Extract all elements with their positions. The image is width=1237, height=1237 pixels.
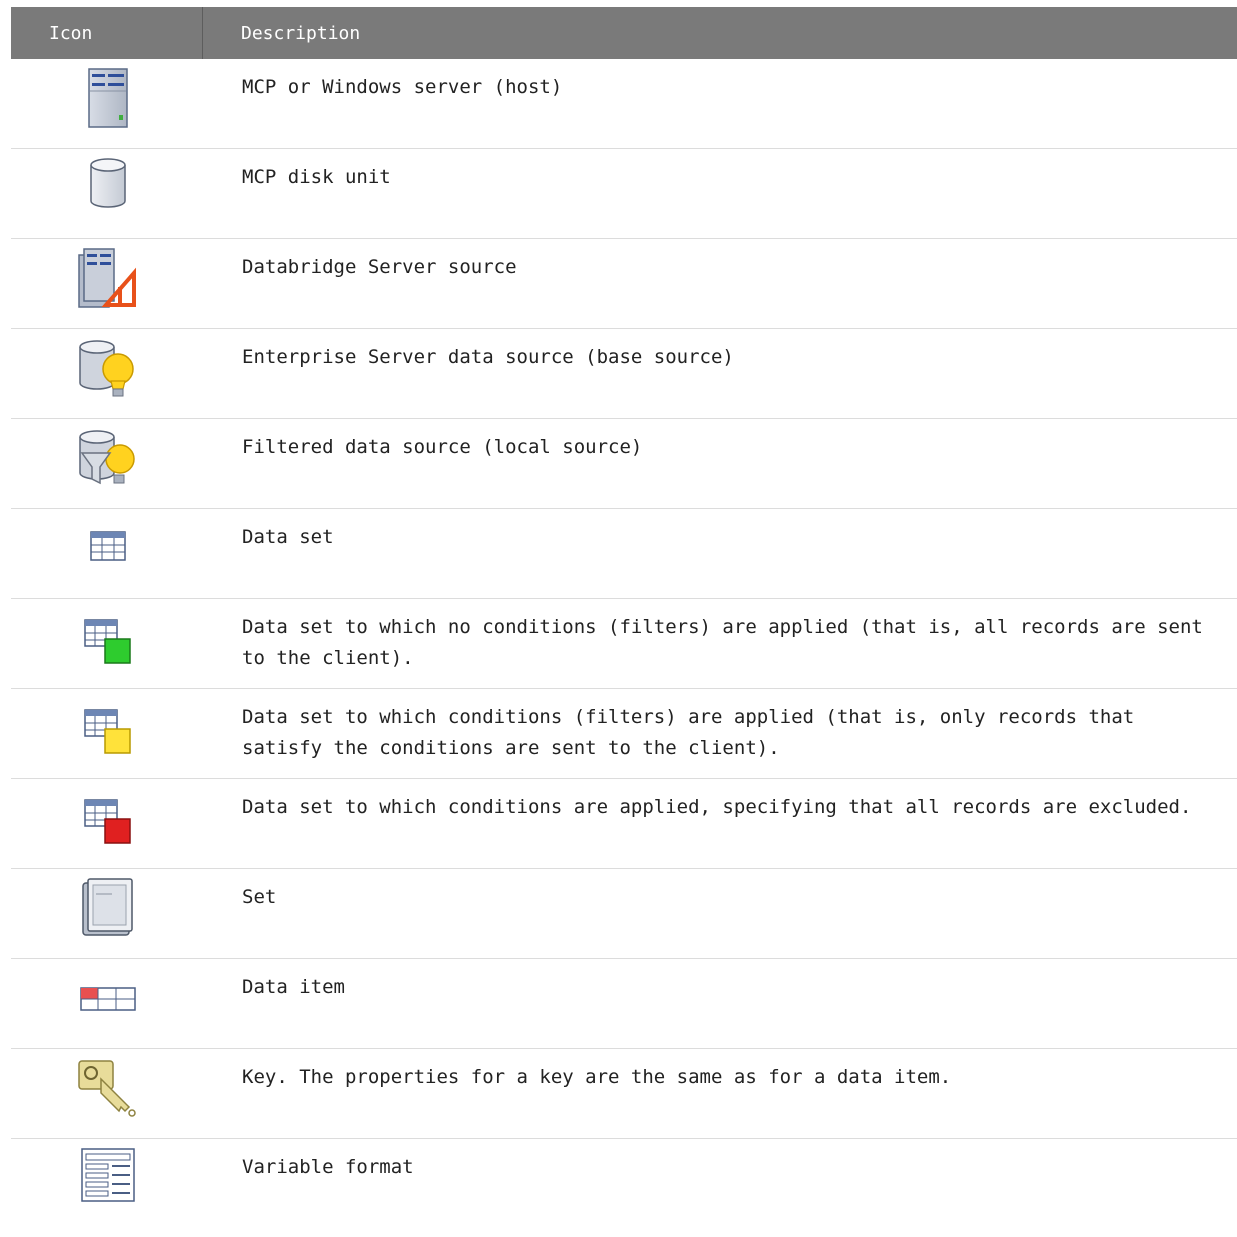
row-description: Filtered data source (local source)	[242, 436, 643, 458]
data-set-yellow-icon	[11, 689, 204, 778]
data-item-icon	[11, 959, 204, 1048]
table-row: Data set to which conditions are applied…	[11, 779, 1237, 869]
header-description-column: Description	[241, 22, 361, 44]
data-set-green-icon	[11, 599, 204, 688]
icon-reference-table: Icon Description MCP or Windows server (…	[11, 7, 1237, 1229]
server-icon	[11, 59, 204, 148]
enterprise-data-source-icon	[11, 329, 204, 418]
row-description: Key. The properties for a key are the sa…	[242, 1066, 952, 1088]
row-description: Data item	[242, 976, 345, 998]
filtered-data-source-icon	[11, 419, 204, 508]
row-description: Enterprise Server data source (base sour…	[242, 346, 734, 368]
row-description: MCP or Windows server (host)	[242, 76, 563, 98]
table-row: Data set to which conditions (filters) a…	[11, 689, 1237, 779]
table-row: Enterprise Server data source (base sour…	[11, 329, 1237, 419]
table-row: Set	[11, 869, 1237, 959]
row-description: Data set to which conditions (filters) a…	[242, 706, 1146, 759]
header-icon-column: Icon	[11, 7, 203, 59]
disk-unit-icon	[11, 149, 204, 238]
table-header: Icon Description	[11, 7, 1237, 59]
table-row: Filtered data source (local source)	[11, 419, 1237, 509]
row-description: Variable format	[242, 1156, 414, 1178]
row-description: Set	[242, 886, 277, 908]
key-icon	[11, 1049, 204, 1138]
table-row: MCP or Windows server (host)	[11, 59, 1237, 149]
row-description: Databridge Server source	[242, 256, 517, 278]
table-row: Data set to which no conditions (filters…	[11, 599, 1237, 689]
row-description: Data set	[242, 526, 334, 548]
row-description: MCP disk unit	[242, 166, 391, 188]
table-row: MCP disk unit	[11, 149, 1237, 239]
table-row: Data set	[11, 509, 1237, 599]
table-row: Key. The properties for a key are the sa…	[11, 1049, 1237, 1139]
set-icon	[11, 869, 204, 958]
data-set-icon	[11, 509, 204, 598]
table-row: Variable format	[11, 1139, 1237, 1229]
row-description: Data set to which no conditions (filters…	[242, 616, 1215, 669]
databridge-server-source-icon	[11, 239, 204, 328]
table-row: Databridge Server source	[11, 239, 1237, 329]
row-description: Data set to which conditions are applied…	[242, 796, 1192, 818]
data-set-red-icon	[11, 779, 204, 868]
variable-format-icon	[11, 1139, 204, 1229]
table-row: Data item	[11, 959, 1237, 1049]
